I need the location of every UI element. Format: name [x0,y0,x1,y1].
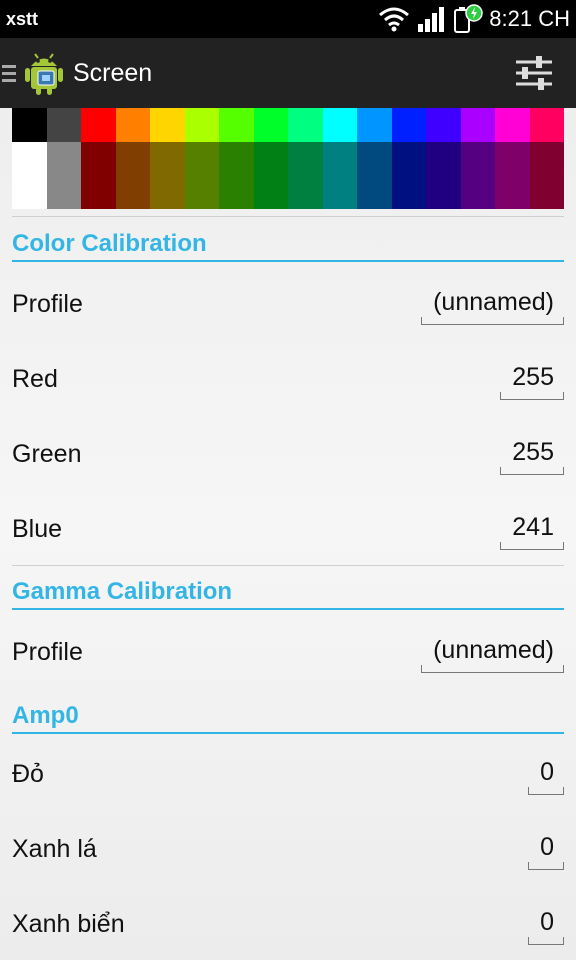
color-swatch[interactable] [322,108,357,209]
red-label: Red [12,364,58,393]
color-swatch[interactable] [12,108,47,209]
swatch-dark[interactable] [150,142,185,209]
color-swatch[interactable] [357,108,392,209]
amp0-red-value[interactable]: 0 [528,754,564,795]
green-value[interactable]: 255 [500,434,564,475]
swatch-bright[interactable] [12,108,47,142]
swatch-bright[interactable] [46,108,81,142]
status-icons: 8:21 CH [377,4,570,34]
color-swatch[interactable] [495,108,530,209]
amp0-red-row[interactable]: Đỏ 0 [12,744,564,804]
carrier-name: xstt [6,8,39,29]
color-swatch[interactable] [219,108,254,209]
color-profile-label: Profile [12,289,83,318]
amp0-header: Amp0 [12,702,564,734]
swatch-dark[interactable] [460,142,495,209]
color-profile-row[interactable]: Profile (unnamed) [12,274,564,334]
swatch-dark[interactable] [426,142,461,209]
swatch-bright[interactable] [391,108,426,142]
red-row[interactable]: Red 255 [12,349,564,409]
color-swatch[interactable] [184,108,219,209]
color-swatch[interactable] [288,108,323,209]
blue-value[interactable]: 241 [500,509,564,550]
swatch-bright[interactable] [253,108,288,142]
android-icon[interactable] [20,49,68,97]
color-swatch[interactable] [81,108,116,209]
action-bar: Screen [0,38,576,108]
swatch-bright[interactable] [495,108,530,142]
swatch-dark[interactable] [184,142,219,209]
swatch-bright[interactable] [529,108,564,142]
red-value[interactable]: 255 [500,359,564,400]
color-calibration-header: Color Calibration [12,230,564,262]
amp0-blue-label: Xanh biển [12,909,125,938]
color-swatch[interactable] [46,108,81,209]
swatch-dark[interactable] [495,142,530,209]
status-bar: xstt 8:21 CH [0,0,576,38]
green-row[interactable]: Green 255 [12,424,564,484]
gamma-profile-spinner[interactable]: (unnamed) [421,632,564,673]
swatch-bright[interactable] [115,108,150,142]
drawer-indicator-icon[interactable] [2,64,16,82]
swatch-bright[interactable] [357,108,392,142]
amp0-green-row[interactable]: Xanh lá 0 [12,819,564,879]
swatch-dark[interactable] [115,142,150,209]
swatch-dark[interactable] [81,142,116,209]
swatch-bright[interactable] [150,108,185,142]
gamma-profile-row[interactable]: Profile (unnamed) [12,622,564,682]
swatch-bright[interactable] [81,108,116,142]
swatch-dark[interactable] [12,142,47,209]
gamma-profile-label: Profile [12,637,83,666]
amp0-green-label: Xanh lá [12,834,97,863]
swatch-bright[interactable] [219,108,254,142]
swatch-bright[interactable] [288,108,323,142]
color-swatch[interactable] [460,108,495,209]
swatch-dark[interactable] [46,142,81,209]
color-swatch[interactable] [391,108,426,209]
gamma-calibration-header: Gamma Calibration [12,578,564,610]
color-swatch[interactable] [150,108,185,209]
clock: 8:21 CH [489,6,570,31]
battery-charging-icon [454,4,484,33]
sliders-icon[interactable] [514,53,554,93]
color-swatch[interactable] [115,108,150,209]
swatch-dark[interactable] [253,142,288,209]
color-swatch[interactable] [529,108,564,209]
green-label: Green [12,439,82,468]
amp0-blue-row[interactable]: Xanh biển 0 [12,894,564,954]
swatch-bright[interactable] [322,108,357,142]
divider [12,216,564,217]
color-swatch[interactable] [426,108,461,209]
amp0-red-label: Đỏ [12,759,44,788]
color-swatch-palette [12,108,564,209]
amp0-green-value[interactable]: 0 [528,829,564,870]
signal-icon [418,7,445,32]
blue-label: Blue [12,514,63,543]
swatch-dark[interactable] [322,142,357,209]
blue-row[interactable]: Blue 241 [12,499,564,559]
swatch-bright[interactable] [460,108,495,142]
swatch-dark[interactable] [529,142,564,209]
color-profile-spinner[interactable]: (unnamed) [421,284,564,325]
divider [12,565,564,566]
amp0-blue-value[interactable]: 0 [528,904,564,945]
swatch-dark[interactable] [219,142,254,209]
swatch-bright[interactable] [426,108,461,142]
swatch-bright[interactable] [184,108,219,142]
color-swatch[interactable] [253,108,288,209]
wifi-icon [379,7,410,32]
page-title: Screen [73,58,153,87]
swatch-dark[interactable] [288,142,323,209]
swatch-dark[interactable] [391,142,426,209]
swatch-dark[interactable] [357,142,392,209]
